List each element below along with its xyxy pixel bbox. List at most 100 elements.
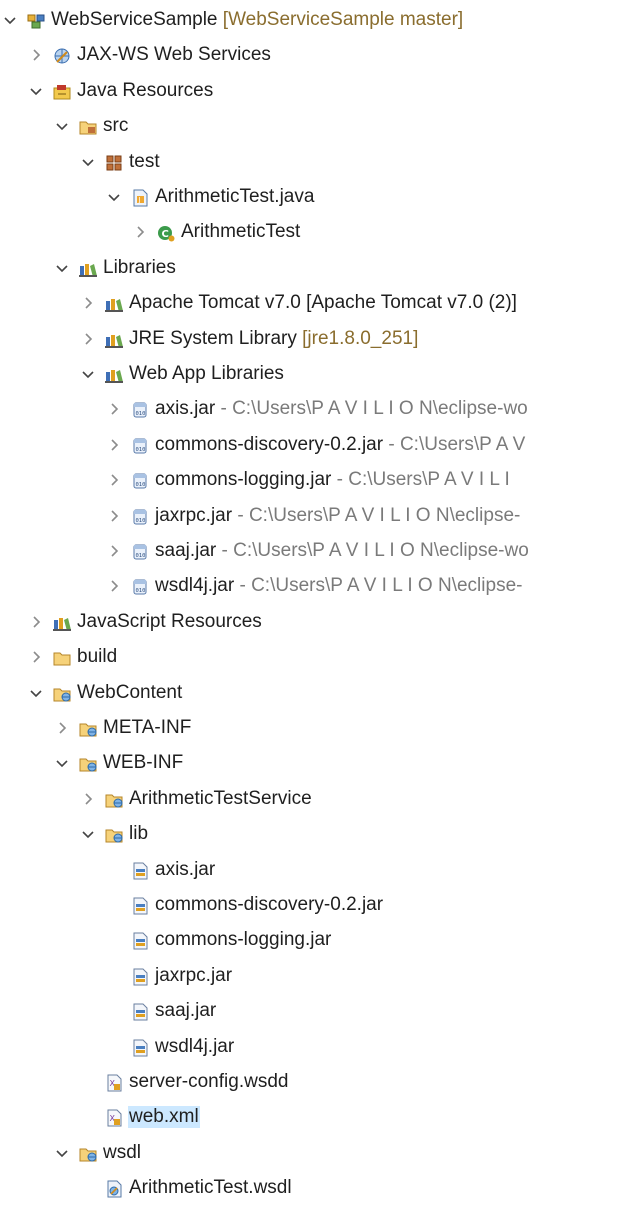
chevron-down-icon[interactable] <box>54 1145 70 1161</box>
jar-file-icon <box>130 861 150 881</box>
tree-item-lib-jaxrpc-jar[interactable]: 010 jaxrpc.jar - C:\Users\P A V I L I O N… <box>0 499 636 534</box>
tree-item-file-web-xml[interactable]: Xweb.xml <box>0 1100 636 1135</box>
tree-item-file-server-config-wsdd[interactable]: Xserver-config.wsdd <box>0 1065 636 1100</box>
chevron-down-icon[interactable] <box>80 154 96 170</box>
tree-item-jre-system-library[interactable]: JRE System Library [jre1.8.0_251] <box>0 322 636 357</box>
chevron-right-icon[interactable] <box>106 543 122 559</box>
tree-item-label: build <box>76 646 118 668</box>
tree-item-text: commons-discovery-0.2.jar <box>155 433 384 455</box>
chevron-right-icon[interactable] <box>106 472 122 488</box>
tree-item-project-webservicesample[interactable]: WebServiceSample [WebServiceSample maste… <box>0 3 636 38</box>
chevron-right-icon[interactable] <box>80 791 96 807</box>
tree-item-class-arithmetictest[interactable]: C ArithmeticTest <box>0 215 636 250</box>
tree-item-decoration: [jre1.8.0_251] <box>296 327 419 349</box>
tree-item-text: META-INF <box>103 717 192 738</box>
tree-item-lib-commons-discovery-jar[interactable]: 010 commons-discovery-0.2.jar - C:\Users\… <box>0 428 636 463</box>
tree-item-text: src <box>103 115 129 137</box>
tree-item-decoration: - C:\Users\P A V I L I O N\eclipse- <box>234 575 523 597</box>
chevron-right-icon[interactable] <box>28 614 44 630</box>
jar-icon: 010 <box>130 507 150 527</box>
tree-item-decoration: - C:\Users\P A V I L I O N\eclipse-wo <box>215 398 528 420</box>
tree-item-lib-folder[interactable]: lib <box>0 817 636 852</box>
tree-item-file-wsdl4j-jar[interactable]: wsdl4j.jar <box>0 1030 636 1065</box>
tree-item-meta-inf-folder[interactable]: META-INF <box>0 711 636 746</box>
java-file-icon: J <box>130 188 150 208</box>
jar-file-icon <box>130 1038 150 1058</box>
tree-item-web-inf-folder[interactable]: WEB-INF <box>0 746 636 781</box>
jar-file-icon <box>130 896 150 916</box>
tree-item-libraries[interactable]: Libraries <box>0 251 636 286</box>
tree-item-file-saaj-jar[interactable]: saaj.jar <box>0 994 636 1029</box>
tree-item-text: commons-discovery-0.2.jar <box>155 894 384 915</box>
tree-item-text: JAX-WS Web Services <box>77 44 271 66</box>
chevron-right-icon[interactable] <box>28 47 44 63</box>
tree-item-file-jaxrpc-jar[interactable]: jaxrpc.jar <box>0 959 636 994</box>
tree-item-label: Java Resources <box>76 80 214 102</box>
tree-item-file-commons-logging-jar[interactable]: commons-logging.jar <box>0 923 636 958</box>
tree-item-text: Web App Libraries <box>129 363 284 384</box>
chevron-down-icon[interactable] <box>28 685 44 701</box>
tree-item-lib-axis-jar[interactable]: 010 axis.jar - C:\Users\P A V I L I O N\e… <box>0 392 636 427</box>
chevron-right-icon[interactable] <box>106 508 122 524</box>
tree-item-label: WebContent <box>76 682 183 704</box>
tree-item-file-commons-discovery-jar[interactable]: commons-discovery-0.2.jar <box>0 888 636 923</box>
tree-item-jax-ws-web-services[interactable]: JAX-WS Web Services <box>0 38 636 73</box>
tree-item-lib-wsdl4j-jar[interactable]: 010 wsdl4j.jar - C:\Users\P A V I L I O N… <box>0 569 636 604</box>
tree-item-text: axis.jar <box>155 398 216 420</box>
chevron-down-icon[interactable] <box>54 118 70 134</box>
library-icon <box>104 294 124 314</box>
chevron-right-icon[interactable] <box>80 331 96 347</box>
svg-text:010: 010 <box>136 518 146 524</box>
chevron-right-icon[interactable] <box>106 578 122 594</box>
tree-item-text: test <box>129 150 160 172</box>
chevron-right-icon[interactable] <box>106 401 122 417</box>
tree-item-label: src <box>102 115 129 137</box>
tree-item-web-app-libraries[interactable]: Web App Libraries <box>0 357 636 392</box>
tree-item-text: ArithmeticTest.wsdl <box>129 1177 292 1199</box>
chevron-down-icon[interactable] <box>28 83 44 99</box>
chevron-right-icon[interactable] <box>132 224 148 240</box>
chevron-right-icon[interactable] <box>80 295 96 311</box>
chevron-down-icon[interactable] <box>80 826 96 842</box>
chevron-right-icon[interactable] <box>28 649 44 665</box>
jar-icon: 010 <box>130 471 150 491</box>
tree-item-webcontent-folder[interactable]: WebContent <box>0 676 636 711</box>
chevron-right-icon[interactable] <box>54 720 70 736</box>
jar-icon: 010 <box>130 577 150 597</box>
tree-item-build-folder[interactable]: build <box>0 640 636 675</box>
chevron-down-icon[interactable] <box>54 260 70 276</box>
chevron-down-icon[interactable] <box>106 189 122 205</box>
tree-item-label: commons-discovery-0.2.jar - C:\Users\P A… <box>154 434 526 456</box>
tree-item-decoration: - C:\Users\P A V I L I O N\eclipse- <box>232 504 521 526</box>
tree-item-text: JavaScript Resources <box>77 610 262 632</box>
tree-item-label: ArithmeticTestService <box>128 788 313 810</box>
tree-item-label: server-config.wsdd <box>128 1071 289 1093</box>
tree-item-file-arithmetictest-wsdl[interactable]: ArithmeticTest.wsdl <box>0 1171 636 1206</box>
tree-item-javascript-resources[interactable]: JavaScript Resources <box>0 605 636 640</box>
tree-item-file-axis-jar[interactable]: axis.jar <box>0 853 636 888</box>
source-folder-icon <box>78 117 98 137</box>
tree-item-arithmetictestservice-folder[interactable]: ArithmeticTestService <box>0 782 636 817</box>
tree-item-label: jaxrpc.jar <box>154 965 233 987</box>
chevron-down-icon[interactable] <box>54 755 70 771</box>
tree-item-package-test[interactable]: test <box>0 145 636 180</box>
tree-item-lib-commons-logging-jar[interactable]: 010 commons-logging.jar - C:\Users\P A V … <box>0 463 636 498</box>
tree-item-label: commons-discovery-0.2.jar <box>154 894 384 916</box>
web-folder-icon <box>104 790 124 810</box>
tree-item-java-resources[interactable]: Java Resources <box>0 74 636 109</box>
svg-text:010: 010 <box>136 553 146 559</box>
tree-item-text: wsdl <box>103 1141 142 1163</box>
tree-item-lib-saaj-jar[interactable]: 010 saaj.jar - C:\Users\P A V I L I O N\e… <box>0 534 636 569</box>
project-explorer-tree: WebServiceSample [WebServiceSample maste… <box>0 0 636 1203</box>
tree-item-arithmetictest-java[interactable]: J ArithmeticTest.java <box>0 180 636 215</box>
svg-text:C: C <box>162 229 169 240</box>
chevron-right-icon[interactable] <box>106 437 122 453</box>
tree-item-src-folder[interactable]: src <box>0 109 636 144</box>
tree-item-wsdl-folder[interactable]: wsdl <box>0 1136 636 1171</box>
package-icon <box>104 153 124 173</box>
tree-item-apache-tomcat-library[interactable]: Apache Tomcat v7.0 [Apache Tomcat v7.0 (… <box>0 286 636 321</box>
chevron-down-icon[interactable] <box>80 366 96 382</box>
chevron-down-icon[interactable] <box>2 12 18 28</box>
tree-item-text: WEB-INF <box>103 752 184 774</box>
tree-item-decoration: - C:\Users\P A V <box>383 433 526 455</box>
